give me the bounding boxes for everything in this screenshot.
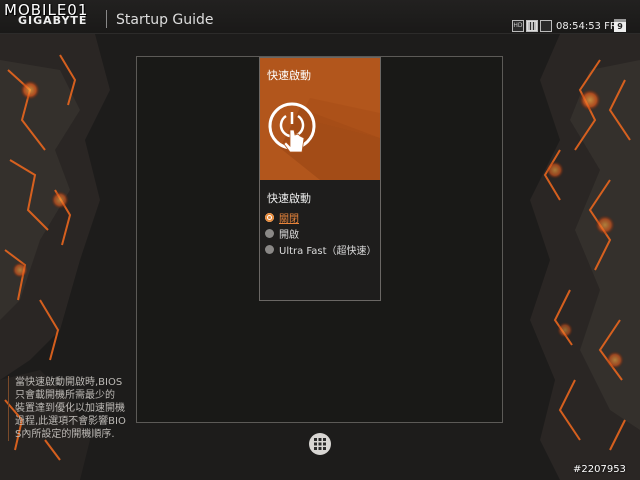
calendar-icon: 9 xyxy=(614,19,626,32)
menu-button[interactable] xyxy=(309,433,331,455)
hd-icon[interactable]: HD xyxy=(512,20,524,32)
window-view-icon[interactable] xyxy=(540,20,552,32)
option-heading: 快速啟動 xyxy=(267,192,311,205)
radio-icon[interactable] xyxy=(265,244,274,254)
option-label: 開啟 xyxy=(279,229,299,241)
header-divider xyxy=(106,10,107,28)
tile-title: 快速啟動 xyxy=(267,69,311,82)
help-line: 裝置達到優化以加速開機 xyxy=(15,403,125,414)
photo-id: #2207953 xyxy=(573,464,626,475)
radio-icon[interactable] xyxy=(265,228,274,238)
gigabyte-logo: GIGABYTE xyxy=(18,14,88,27)
grid-view-icon[interactable] xyxy=(526,20,538,32)
help-text: 當快速啟動開啟時,BIOS 只會載開機所需最少的 裝置達到優化以加速開機 過程,… xyxy=(8,376,136,441)
help-line: 過程,此選項不會影響BIO xyxy=(15,416,126,427)
fast-boot-panel: 快速啟動 快速啟動 關閉 開啟 Ultra Fast（超快速） xyxy=(259,57,381,301)
help-line: 只會載開機所需最少的 xyxy=(15,390,115,401)
option-ultra-fast[interactable]: Ultra Fast（超快速） xyxy=(265,242,377,257)
option-off[interactable]: 關閉 xyxy=(265,210,299,225)
grid-menu-icon xyxy=(314,438,326,450)
clock: 08:54:53 FRI xyxy=(556,21,620,32)
radio-selected-icon[interactable] xyxy=(265,212,274,222)
option-label: Ultra Fast（超快速） xyxy=(279,245,377,257)
app-title: Startup Guide xyxy=(116,12,214,28)
help-line: S內所設定的開機順序. xyxy=(15,429,115,440)
option-on[interactable]: 開啟 xyxy=(265,226,299,241)
fast-boot-tile[interactable]: 快速啟動 xyxy=(260,58,380,180)
option-label: 關閉 xyxy=(279,213,299,225)
help-line: 當快速啟動開啟時,BIOS xyxy=(15,377,123,388)
